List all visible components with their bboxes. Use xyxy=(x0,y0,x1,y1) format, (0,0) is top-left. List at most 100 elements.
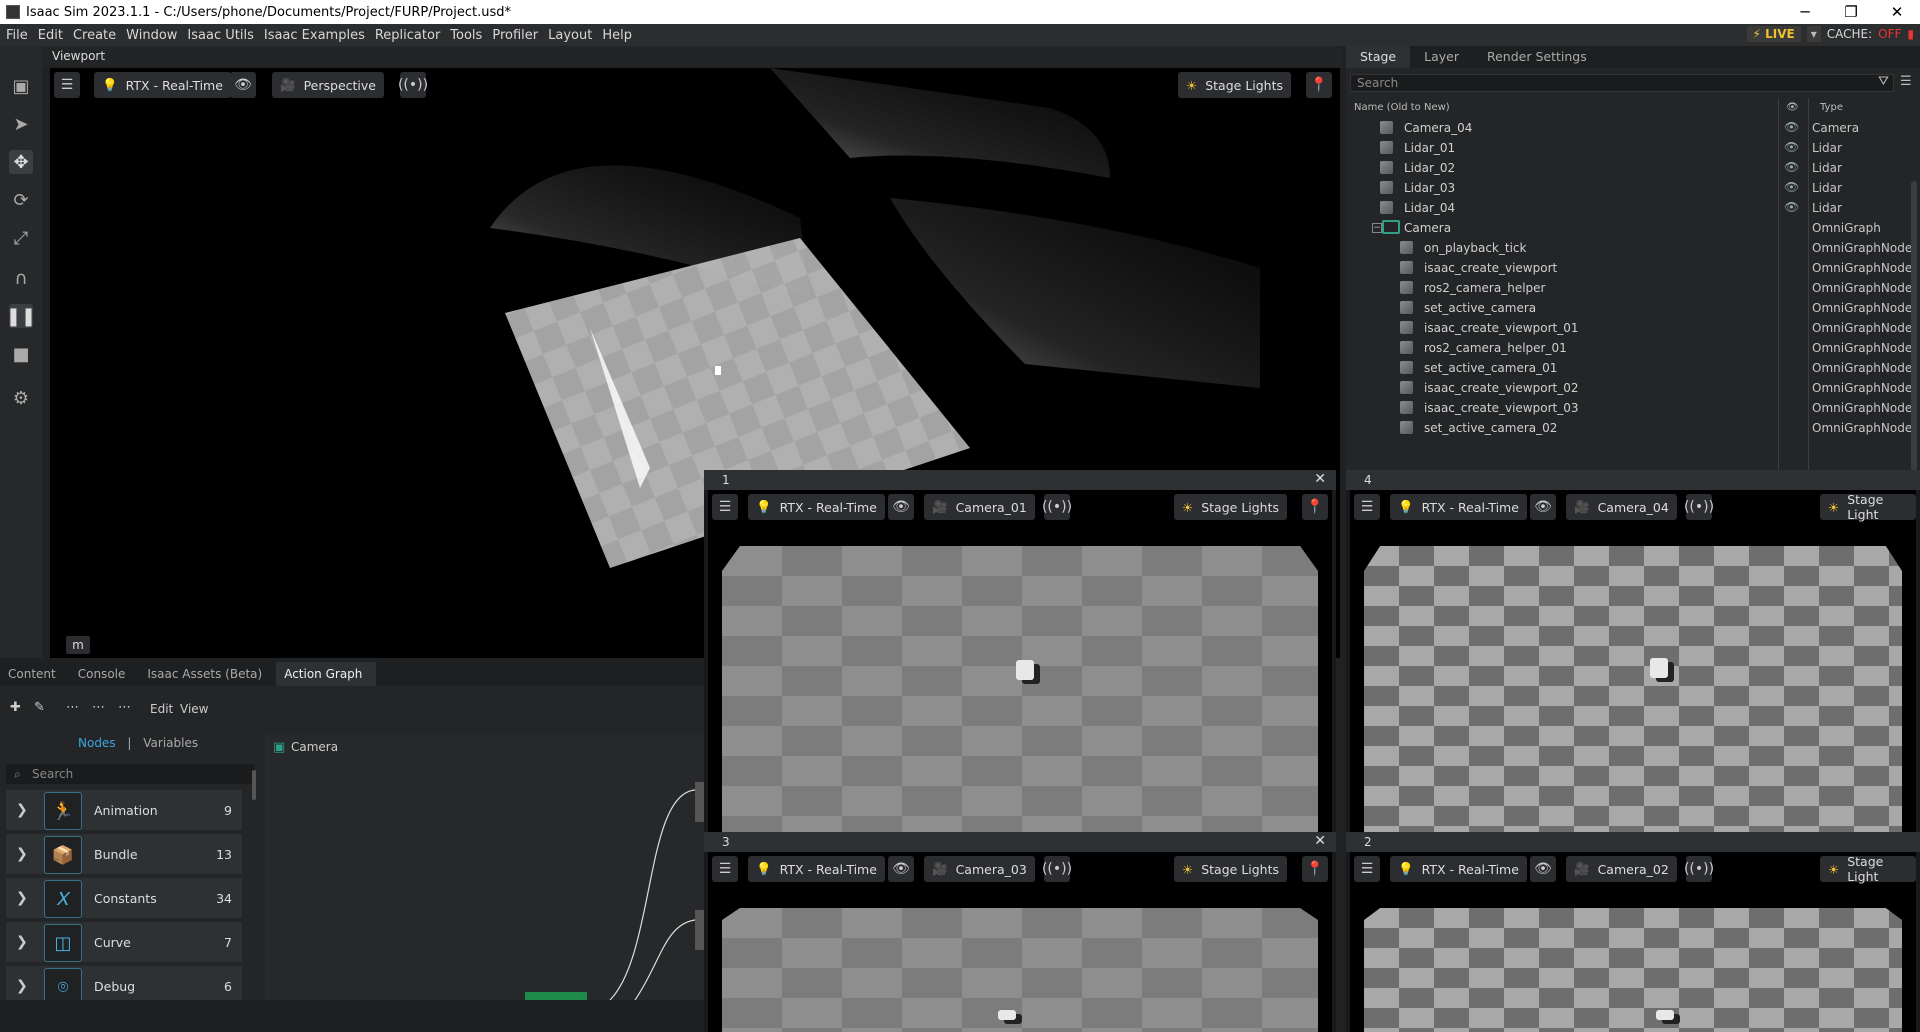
camera-window-header[interactable]: 2 xyxy=(1346,832,1920,852)
view-menu[interactable]: View xyxy=(180,702,208,716)
stage-row[interactable]: Lidar_01 👁 Lidar xyxy=(1346,138,1906,158)
maximize-button[interactable]: ❐ xyxy=(1828,0,1874,24)
menu-file[interactable]: File xyxy=(0,28,32,43)
camera-dropdown[interactable]: 🎥 Camera_02 xyxy=(1566,856,1677,882)
menu-help[interactable]: Help xyxy=(596,28,636,43)
menu-create[interactable]: Create xyxy=(67,28,120,43)
broadcast-icon[interactable]: ((•)) xyxy=(398,72,428,98)
menu-tools[interactable]: Tools xyxy=(444,28,486,43)
visibility-eye-icon[interactable]: 👁 xyxy=(230,72,256,98)
broadcast-icon[interactable]: ((•)) xyxy=(1042,856,1072,882)
camera-viewport-window[interactable]: 4 ☰ 💡 RTX - Real-Time 👁 🎥 Camera_04 ((•)) ☀ Stage… xyxy=(1346,470,1920,832)
graph-layout-icon[interactable]: ⋯ xyxy=(66,700,79,715)
node-category-bundle[interactable]: ❯ 📦 Bundle 13 xyxy=(6,834,242,876)
tab-layer[interactable]: Layer xyxy=(1410,46,1473,68)
chevron-right-icon[interactable]: ❯ xyxy=(16,846,28,862)
chevron-right-icon[interactable]: ❯ xyxy=(16,802,28,818)
camera-viewport-window[interactable]: 1 ✕ ☰ 💡 RTX - Real-Time 👁 🎥 Camera_01 ((•)) ☀ Stag… xyxy=(704,470,1336,832)
broadcast-icon[interactable]: ((•)) xyxy=(1042,494,1072,520)
robot-tool-icon[interactable]: ⚙ xyxy=(9,386,33,410)
cache-status[interactable]: OFF xyxy=(1878,27,1901,41)
camera-dropdown[interactable]: 🎥 Camera_01 xyxy=(924,494,1035,520)
stage-row[interactable]: isaac_create_viewport_02 OmniGraphNode xyxy=(1346,378,1912,398)
close-window-button[interactable]: ✕ xyxy=(1874,0,1920,24)
snap-icon[interactable]: ∩ xyxy=(9,266,33,290)
camera-viewport-window[interactable]: 3 ✕ ☰ 💡 RTX - Real-Time 👁 🎥 Camera_03 ((•)) ☀ Stag… xyxy=(704,832,1336,1032)
minimize-button[interactable]: ─ xyxy=(1782,0,1828,24)
scale-icon[interactable]: ⤢ xyxy=(9,226,33,250)
viewport-settings-icon[interactable]: ☰ xyxy=(712,494,738,520)
camera-dropdown[interactable]: 🎥 Camera_03 xyxy=(924,856,1035,882)
viewport-settings-icon[interactable]: ☰ xyxy=(1354,494,1380,520)
edit-pencil-icon[interactable]: ✎ xyxy=(34,700,45,715)
camera-window-header[interactable]: 3 ✕ xyxy=(704,832,1336,852)
tab-content[interactable]: Content xyxy=(0,662,70,686)
menu-layout[interactable]: Layout xyxy=(542,28,596,43)
graph-split-icon[interactable]: ⋯ xyxy=(118,700,131,715)
renderer-dropdown[interactable]: 💡 RTX - Real-Time xyxy=(748,494,885,520)
tab-isaac-assets[interactable]: Isaac Assets (Beta) xyxy=(139,662,276,686)
on-playback-tick-node[interactable] xyxy=(525,992,587,1000)
column-name-header[interactable]: Name (Old to New) xyxy=(1354,102,1450,113)
renderer-dropdown[interactable]: 💡 RTX - Real-Time xyxy=(748,856,885,882)
visibility-eye-icon[interactable]: 👁 xyxy=(1530,494,1556,520)
stage-row[interactable]: ros2_camera_helper OmniGraphNode xyxy=(1346,278,1912,298)
camera-viewport-window[interactable]: 2 ☰ 💡 RTX - Real-Time 👁 🎥 Camera_02 ((•)) ☀ Stage… xyxy=(1346,832,1920,1032)
stage-row[interactable]: Lidar_03 👁 Lidar xyxy=(1346,178,1906,198)
stage-lights-dropdown[interactable]: ☀ Stage Light xyxy=(1820,492,1916,522)
select-mode-icon[interactable]: ▣ xyxy=(9,74,33,98)
camera-window-header[interactable]: 4 xyxy=(1346,470,1920,490)
options-menu-icon[interactable]: ☰ xyxy=(1900,74,1912,89)
menu-profiler[interactable]: Profiler xyxy=(486,28,542,43)
live-button[interactable]: ⚡ LIVE xyxy=(1746,26,1801,42)
menu-window[interactable]: Window xyxy=(120,28,181,43)
nodes-scrollbar[interactable] xyxy=(252,770,256,800)
stage-row[interactable]: ros2_camera_helper_01 OmniGraphNode xyxy=(1346,338,1912,358)
broadcast-icon[interactable]: ((•)) xyxy=(1684,856,1714,882)
graph-canvas[interactable]: ▣ Camera xyxy=(265,734,704,1000)
renderer-dropdown[interactable]: 💡 RTX - Real-Time xyxy=(1390,856,1527,882)
stage-row[interactable]: set_active_camera OmniGraphNode xyxy=(1346,298,1912,318)
stage-lights-dropdown[interactable]: ☀ Stage Lights xyxy=(1174,494,1288,520)
location-pin-icon[interactable]: 📍 xyxy=(1302,494,1328,520)
column-type-header[interactable]: Type xyxy=(1820,102,1843,113)
stage-row[interactable]: isaac_create_viewport_01 OmniGraphNode xyxy=(1346,318,1912,338)
close-icon[interactable]: ✕ xyxy=(1314,833,1326,849)
broadcast-icon[interactable]: ((•)) xyxy=(1684,494,1714,520)
live-dropdown[interactable]: ▾ xyxy=(1806,26,1821,42)
stage-search-input[interactable]: Search xyxy=(1350,74,1894,92)
move-icon[interactable]: ✥ xyxy=(9,150,33,174)
chevron-right-icon[interactable]: ❯ xyxy=(16,934,28,950)
chevron-right-icon[interactable]: ❯ xyxy=(16,890,28,906)
visibility-eye-icon[interactable]: 👁 xyxy=(1784,200,1799,214)
camera-view[interactable]: ☰ 💡 RTX - Real-Time 👁 🎥 Camera_04 ((•)) ☀ Stage … xyxy=(1350,490,1916,832)
location-pin-icon[interactable]: 📍 xyxy=(1302,856,1328,882)
add-node-icon[interactable]: ✚ xyxy=(10,700,21,715)
stage-row[interactable]: Camera_04 👁 Camera xyxy=(1346,118,1906,138)
stage-lights-dropdown[interactable]: ☀ Stage Light xyxy=(1820,854,1916,884)
menu-replicator[interactable]: Replicator xyxy=(369,28,444,43)
rotate-icon[interactable]: ⟳ xyxy=(9,188,33,212)
stage-row[interactable]: − Camera OmniGraph xyxy=(1346,218,1906,238)
stage-lights-dropdown[interactable]: ☀ Stage Lights xyxy=(1178,72,1292,98)
menu-isaac-utils[interactable]: Isaac Utils xyxy=(181,28,257,43)
visibility-eye-icon[interactable]: 👁 xyxy=(1784,120,1799,134)
camera-view[interactable]: ☰ 💡 RTX - Real-Time 👁 🎥 Camera_02 ((•)) ☀ Stage … xyxy=(1350,852,1916,1032)
stage-row[interactable]: set_active_camera_03 OmniGraphNode xyxy=(1346,438,1906,458)
menu-edit[interactable]: Edit xyxy=(32,28,67,43)
node-category-curve[interactable]: ❯ ◫ Curve 7 xyxy=(6,922,242,964)
camera-view[interactable]: ☰ 💡 RTX - Real-Time 👁 🎥 Camera_03 ((•)) ☀ Stage … xyxy=(708,852,1332,1032)
viewport-settings-icon[interactable]: ☰ xyxy=(712,856,738,882)
pause-icon[interactable]: ❚❚ xyxy=(6,304,36,328)
menu-isaac-examples[interactable]: Isaac Examples xyxy=(258,28,369,43)
tab-variables[interactable]: Variables xyxy=(143,736,198,750)
renderer-dropdown[interactable]: 💡 RTX - Real-Time xyxy=(94,72,231,98)
camera-dropdown[interactable]: 🎥 Camera_04 xyxy=(1566,494,1677,520)
node-category-animation[interactable]: ❯ 🏃 Animation 9 xyxy=(6,790,242,832)
node-category-constants[interactable]: ❯ 𝑋 Constants 34 xyxy=(6,878,242,920)
tab-console[interactable]: Console xyxy=(70,662,140,686)
stage-row[interactable]: isaac_create_viewport_03 OmniGraphNode xyxy=(1346,398,1912,418)
stage-lights-dropdown[interactable]: ☀ Stage Lights xyxy=(1174,856,1288,882)
stage-row[interactable]: Lidar_02 👁 Lidar xyxy=(1346,158,1906,178)
camera-window-header[interactable]: 1 ✕ xyxy=(704,470,1336,490)
